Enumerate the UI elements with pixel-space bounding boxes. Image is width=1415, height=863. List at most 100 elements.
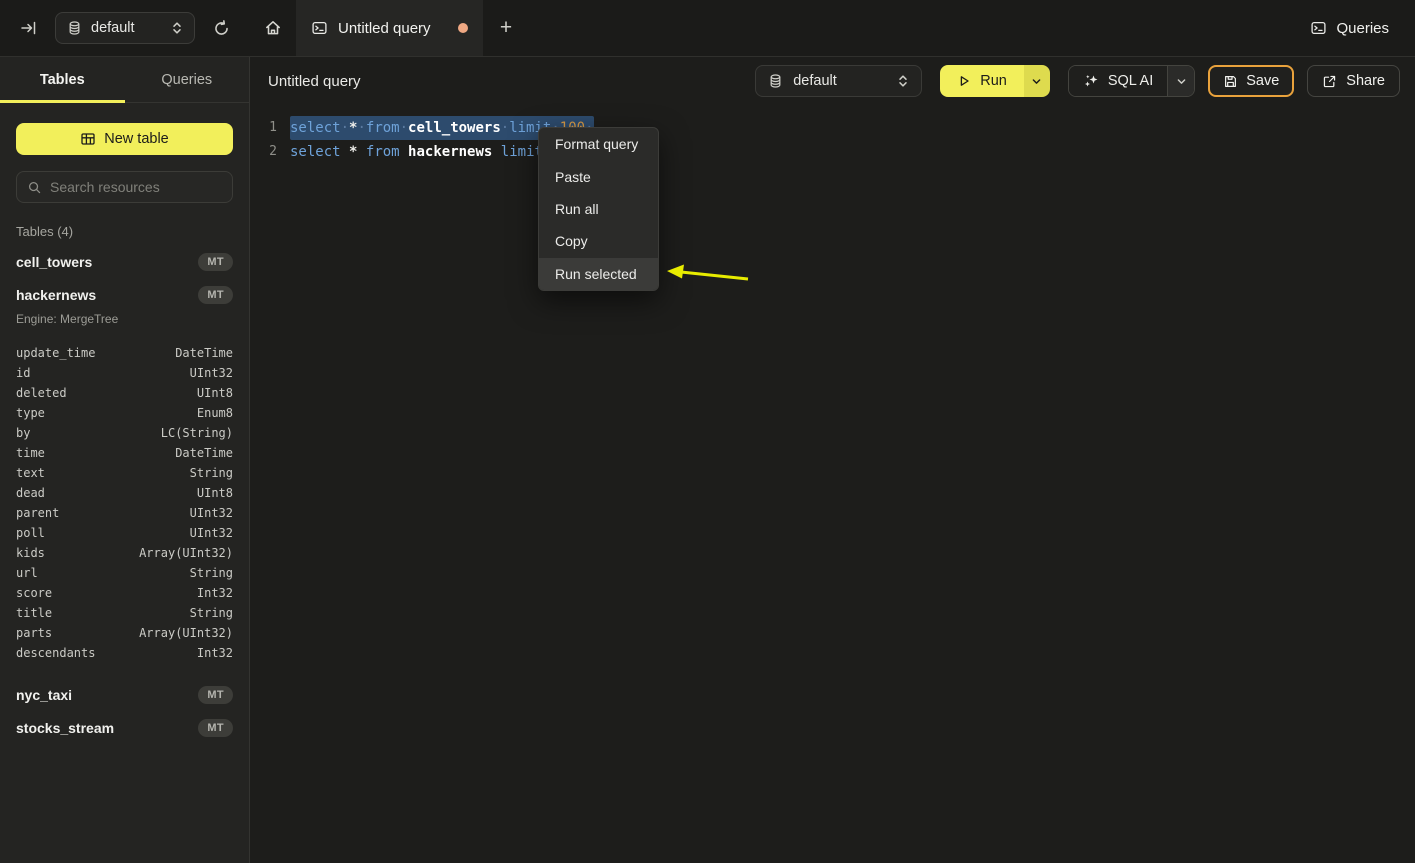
sidebar-tab-queries[interactable]: Queries [125,57,250,102]
queries-label: Queries [1336,20,1389,37]
menu-item-run-all[interactable]: Run all [539,193,658,225]
sql-ai-options-button[interactable] [1167,66,1194,96]
column-type: UInt32 [190,526,233,540]
tab-untitled-query[interactable]: Untitled query [296,0,483,56]
engine-label: Engine: MergeTree [16,312,233,330]
column-row-by[interactable]: byLC(String) [16,423,233,443]
column-name: time [16,446,45,460]
refresh-icon [213,20,230,37]
top-bar: default Untitled query + [0,0,1415,57]
line-number: 2 [268,140,277,164]
search-icon [27,180,42,195]
table-row-nyc-taxi[interactable]: nyc_taxi MT [0,678,249,711]
new-table-label: New table [104,131,168,147]
home-button[interactable] [250,0,296,56]
column-row-url[interactable]: urlString [16,563,233,583]
table-grid-icon [80,131,96,147]
chevron-updown-icon [171,21,183,35]
column-row-deleted[interactable]: deletedUInt8 [16,383,233,403]
main-area: Untitled query default Run [251,57,1415,863]
table-name: cell_towers [16,254,92,270]
column-type: DateTime [175,346,233,360]
table-row-stocks-stream[interactable]: stocks_stream MT [0,711,249,744]
column-row-type[interactable]: typeEnum8 [16,403,233,423]
column-name: parts [16,626,52,640]
database-selector-top[interactable]: default [55,12,195,44]
top-bar-left: default [0,0,250,56]
table-row-cell-towers[interactable]: cell_towers MT [0,245,249,278]
editor-context-menu: Format queryPasteRun allCopyRun selected [538,127,659,291]
chevron-down-icon [1176,76,1187,87]
column-name: score [16,586,52,600]
sidebar-tab-tables[interactable]: Tables [0,57,125,102]
column-type: UInt32 [190,366,233,380]
code-lines: 1select·*·from·cell_towers·limit·100·2se… [251,116,1415,164]
collapse-sidebar-icon [20,20,37,36]
column-type: UInt8 [197,386,233,400]
database-icon [768,73,783,89]
hackernews-columns: update_timeDateTimeidUInt32deletedUInt8t… [16,343,233,663]
column-row-update_time[interactable]: update_time DateTime [16,343,233,363]
code-line-1[interactable]: 1select·*·from·cell_towers·limit·100· [251,116,1415,140]
column-name: text [16,466,45,480]
column-row-dead[interactable]: deadUInt8 [16,483,233,503]
column-type: Array(UInt32) [139,626,233,640]
new-tab-button[interactable]: + [483,0,529,56]
sql-editor[interactable]: 1select·*·from·cell_towers·limit·100·2se… [251,105,1415,164]
save-label: Save [1246,73,1279,89]
sidebar: Tables Queries New table Tables (4) cell… [0,57,250,863]
share-button[interactable]: Share [1307,65,1400,97]
column-row-descendants[interactable]: descendantsInt32 [16,643,233,663]
run-button[interactable]: Run [940,65,1024,97]
engine-badge: MT [198,286,233,304]
column-type: String [190,466,233,480]
database-selector-toolbar[interactable]: default [755,65,922,97]
sidebar-tabs: Tables Queries [0,57,249,103]
search-box [16,171,233,203]
column-row-title[interactable]: titleString [16,603,233,623]
column-row-parent[interactable]: parentUInt32 [16,503,233,523]
collapse-sidebar-button[interactable] [16,16,41,40]
save-icon [1223,74,1238,89]
column-row-kids[interactable]: kidsArray(UInt32) [16,543,233,563]
tables-section-label: Tables (4) [16,224,233,239]
menu-item-paste[interactable]: Paste [539,160,658,192]
chevron-updown-icon [897,74,909,88]
column-type: UInt32 [190,506,233,520]
column-name: id [16,366,30,380]
table-row-hackernews[interactable]: hackernews MT [0,278,249,311]
search-input[interactable] [50,179,231,195]
code-line-2[interactable]: 2select * from hackernews limit 100 [251,140,1415,164]
table-name: nyc_taxi [16,687,72,703]
unsaved-changes-dot [458,23,468,33]
database-selector-toolbar-value: default [793,73,887,89]
column-name: update_time [16,346,95,360]
column-type: String [190,606,233,620]
column-row-time[interactable]: timeDateTime [16,443,233,463]
engine-badge: MT [198,686,233,704]
chevron-down-icon [1031,76,1042,87]
new-table-button[interactable]: New table [16,123,233,155]
menu-item-format-query[interactable]: Format query [539,128,658,160]
refresh-button[interactable] [209,16,234,41]
column-row-poll[interactable]: pollUInt32 [16,523,233,543]
column-row-text[interactable]: text String [16,463,233,483]
play-icon [957,74,971,88]
share-icon [1322,74,1337,89]
column-type: Array(UInt32) [139,546,233,560]
run-button-group: Run [940,65,1050,97]
column-row-score[interactable]: score Int32 [16,583,233,603]
column-type: Int32 [197,586,233,600]
column-name: by [16,426,30,440]
menu-item-copy[interactable]: Copy [539,225,658,257]
sql-ai-button[interactable]: SQL AI [1069,66,1167,96]
queries-button[interactable]: Queries [1310,0,1389,56]
sql-ai-label: SQL AI [1108,73,1153,89]
column-row-id[interactable]: id UInt32 [16,363,233,383]
annotation-arrow [663,258,758,288]
column-row-parts[interactable]: parts Array(UInt32) [16,623,233,643]
save-button[interactable]: Save [1208,65,1294,97]
queries-terminal-icon [1310,20,1327,36]
run-options-button[interactable] [1024,65,1050,97]
menu-item-run-selected[interactable]: Run selected [539,258,658,290]
